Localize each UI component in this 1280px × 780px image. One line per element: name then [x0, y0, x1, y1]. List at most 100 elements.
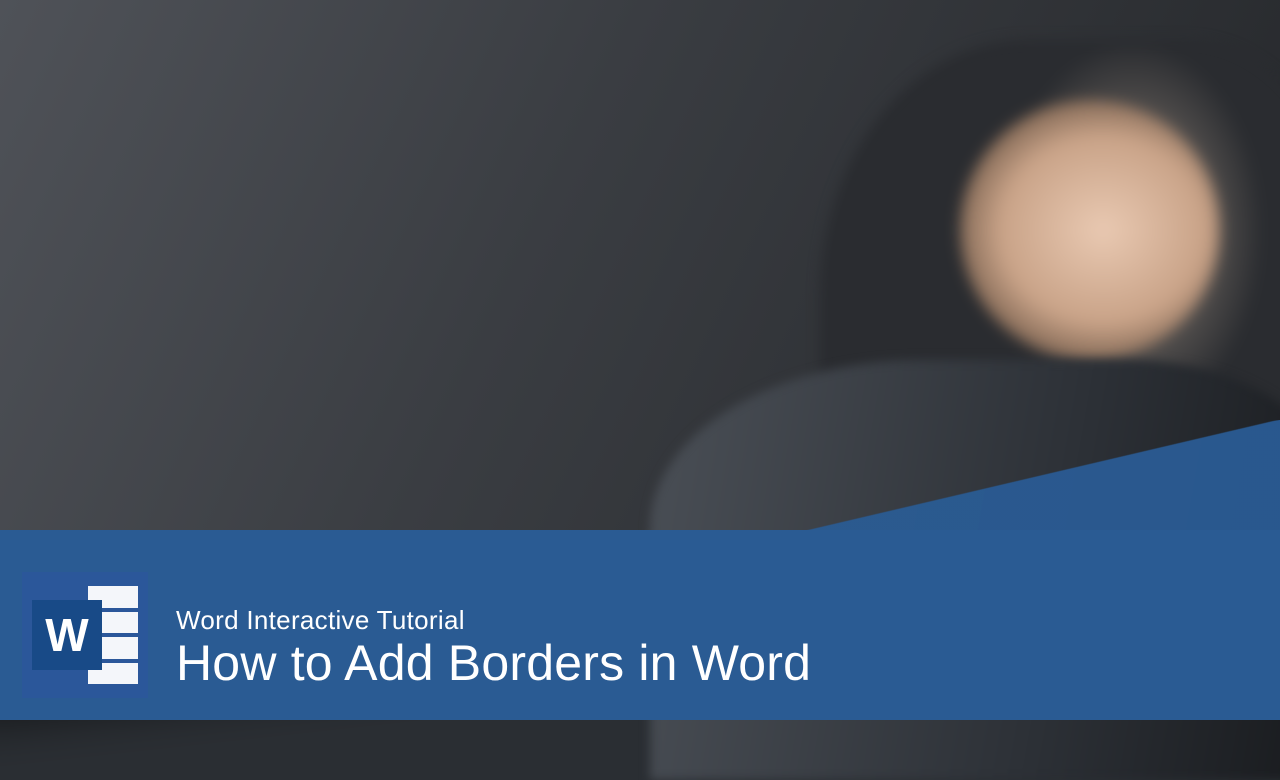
tab-draw[interactable]: Draw — [377, 73, 419, 95]
step-3-callout: 3 — [500, 156, 517, 174]
dictate-button[interactable]: Dictate — [751, 117, 783, 150]
border-type-icon — [531, 177, 543, 189]
change-case-button[interactable]: Aa▾ — [399, 138, 422, 155]
grow-font-button[interactable]: A↑ — [425, 139, 442, 155]
border-option-label: Bottom Border — [550, 179, 611, 191]
strike-button[interactable]: ab — [391, 119, 408, 136]
border-type-icon — [533, 257, 545, 269]
highlight-button[interactable]: ✎▾ — [356, 136, 375, 153]
caption-title: How to Add Borders in Word — [176, 634, 811, 692]
increase-indent-button[interactable]: ⇥ — [604, 109, 619, 125]
border-option[interactable]: Inside Horizontal Border — [528, 328, 658, 348]
border-option[interactable]: Bottom Border — [524, 174, 653, 196]
group-voice: Dictate Voice — [745, 115, 790, 179]
show-marks-button[interactable]: ¶ — [595, 144, 610, 160]
border-type-icon — [534, 295, 546, 307]
border-option[interactable]: Left Border — [525, 211, 654, 232]
autosave-toggle[interactable]: AutoSave — [234, 43, 309, 58]
styles-icon — [658, 112, 679, 134]
tutorial-step: 1 Click in the paragraph where you want … — [0, 87, 216, 130]
tab-insert[interactable]: Insert — [329, 71, 374, 93]
word-logo: W — [22, 572, 148, 698]
group-label: Voice — [746, 169, 789, 179]
italic-button[interactable]: I — [351, 117, 368, 134]
shrink-font-button[interactable]: A↓ — [445, 140, 462, 156]
align-left-button[interactable]: ≡ — [528, 123, 543, 139]
line-spacing-button[interactable]: ↕≡ — [600, 127, 615, 143]
tab-file[interactable]: File — [237, 66, 273, 88]
multilevel-button[interactable]: ≡▾ — [568, 108, 583, 124]
decrease-indent-button[interactable]: ⇤ — [586, 108, 601, 124]
border-option: Diagonal Up Border — [530, 383, 660, 405]
group-clipboard: Paste Clipboard — [235, 89, 293, 163]
border-option[interactable]: Inside Borders — [528, 310, 658, 330]
tab-references[interactable]: References — [523, 81, 589, 103]
bullets-button[interactable]: •≡▾ — [523, 105, 542, 121]
dictate-label: Dictate — [754, 139, 780, 150]
responsibilities-list: Client correspondence Internal communica… — [357, 363, 774, 422]
underline-button[interactable]: U — [371, 118, 388, 135]
paste-label: Paste — [250, 118, 277, 130]
bold-button[interactable]: B — [330, 116, 347, 133]
border-type-icon — [536, 370, 548, 382]
minimize-button[interactable]: — — [819, 78, 844, 90]
border-option[interactable]: Inside Vertical Border — [529, 346, 659, 367]
tab-home[interactable]: Home — [277, 66, 326, 90]
border-type-icon — [534, 276, 546, 288]
border-type-icon — [532, 196, 544, 208]
list-item: Press releases — [357, 386, 773, 410]
sort-button[interactable]: A↓ — [577, 143, 593, 159]
tab-help[interactable]: Help — [729, 93, 761, 112]
save-icon[interactable]: 💾 — [319, 47, 332, 60]
styles-button[interactable]: Styles — [651, 112, 685, 146]
tab-layout[interactable]: Layout — [473, 79, 520, 100]
border-option[interactable]: Outside Borders — [527, 291, 657, 310]
border-type-icon — [533, 234, 545, 246]
align-center-button[interactable]: ≡ — [546, 124, 561, 140]
document-title: Document — [378, 50, 730, 83]
align-right-button[interactable]: ≡ — [564, 125, 579, 141]
ribbon-options-icon[interactable] — [802, 76, 812, 88]
user-account[interactable]: Kayla Claypool — [737, 73, 791, 86]
list-item: Client correspondence — [357, 363, 773, 384]
clear-format-button[interactable]: A̷ — [450, 122, 466, 138]
font-size-combo[interactable]: 11 — [428, 101, 453, 120]
borders-button[interactable]: ▦▾ — [555, 142, 573, 158]
paste-button[interactable]: Paste — [243, 92, 284, 130]
clipboard-icon — [251, 92, 276, 117]
subscript-button[interactable]: x₂ — [411, 120, 427, 136]
border-option[interactable]: Right Border — [526, 230, 655, 250]
border-option-label: Inside Vertical Border — [554, 351, 643, 363]
shading-button[interactable]: ◪▾ — [534, 142, 553, 158]
border-option[interactable]: Top Border — [525, 193, 654, 215]
step-text: Select a border. — [3, 158, 100, 178]
tab-mailings[interactable]: Mailings — [592, 85, 642, 106]
border-option-label: Diagonal Up Border — [555, 388, 638, 400]
step-text: Click in the paragraph where you want to… — [2, 88, 216, 129]
group-label: Styles — [646, 165, 692, 176]
tab-review[interactable]: Review — [645, 88, 690, 108]
border-type-icon — [535, 314, 547, 326]
caption-subtitle: Word Interactive Tutorial — [176, 605, 811, 636]
border-option[interactable]: No Border — [526, 253, 655, 273]
styles-label: Styles — [657, 135, 681, 146]
lightbulb-icon: 💡 — [845, 106, 855, 117]
group-paragraph: •≡▾ 1≡▾ ≡▾ ⇤ ⇥ ≡ ≡ ≡ ≡ ↕≡ — [501, 103, 642, 175]
border-option-label: Inside Horizontal Border — [553, 332, 654, 343]
superscript-button[interactable]: x² — [430, 121, 446, 137]
undo-icon[interactable]: ↶ — [338, 48, 351, 61]
numbering-button[interactable]: 1≡▾ — [545, 106, 565, 122]
font-name-combo[interactable]: Calibri (Body) — [343, 96, 425, 118]
editing-button[interactable]: Editing — [702, 114, 734, 125]
justify-button[interactable]: ≡ — [582, 126, 597, 142]
tab-view[interactable]: View — [692, 91, 726, 111]
border-option[interactable]: All Borders — [527, 272, 657, 291]
font-color-button[interactable]: A▾ — [379, 137, 396, 154]
group-label: Clipboard — [236, 151, 292, 163]
redo-icon[interactable]: ↷ — [356, 49, 369, 62]
tab-design[interactable]: Design — [421, 76, 470, 98]
border-type-icon — [535, 332, 547, 344]
maximize-button[interactable]: ▢ — [850, 79, 874, 91]
text-effects-button[interactable]: A▾ — [335, 135, 353, 152]
tutorial-title: Borders and Shading — [2, 29, 171, 56]
